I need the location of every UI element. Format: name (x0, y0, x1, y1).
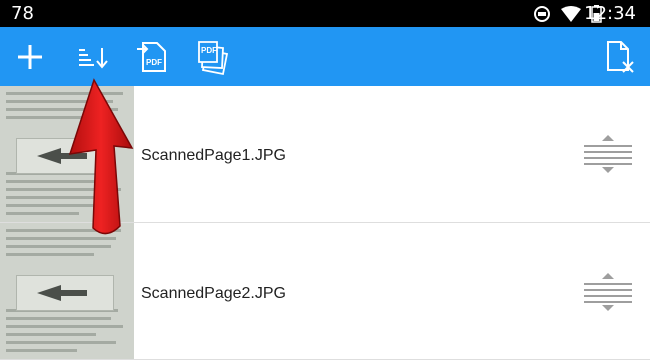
file-thumbnail (0, 223, 134, 359)
add-button[interactable] (10, 27, 50, 86)
drag-handle[interactable] (584, 135, 632, 173)
pdf-pages-button[interactable]: PDF (192, 27, 232, 86)
drag-handle[interactable] (584, 273, 632, 311)
list-item[interactable]: ScannedPage2.JPG (0, 223, 650, 360)
file-name: ScannedPage1.JPG (141, 147, 286, 164)
file-remove-icon (607, 40, 634, 73)
wifi-icon (561, 6, 581, 22)
reorder-icon (584, 273, 632, 311)
file-name: ScannedPage2.JPG (141, 285, 286, 302)
sort-icon (79, 47, 108, 69)
red-arrow-annotation (68, 78, 134, 235)
temperature-indicator: 78 (11, 3, 34, 24)
pdf-export-icon: PDF (137, 41, 166, 72)
clock: 12:34 (584, 3, 636, 24)
plus-icon (18, 44, 42, 69)
reorder-icon (584, 135, 632, 173)
sync-circle-icon (534, 6, 550, 22)
export-pdf-button[interactable]: PDF (133, 27, 171, 86)
svg-text:PDF: PDF (201, 46, 217, 55)
pdf-pages-icon: PDF (198, 40, 229, 75)
clear-files-button[interactable] (600, 27, 640, 86)
thumbnail-figure (16, 275, 114, 311)
status-bar: 78 12:34 (0, 0, 650, 27)
svg-text:PDF: PDF (146, 58, 162, 67)
